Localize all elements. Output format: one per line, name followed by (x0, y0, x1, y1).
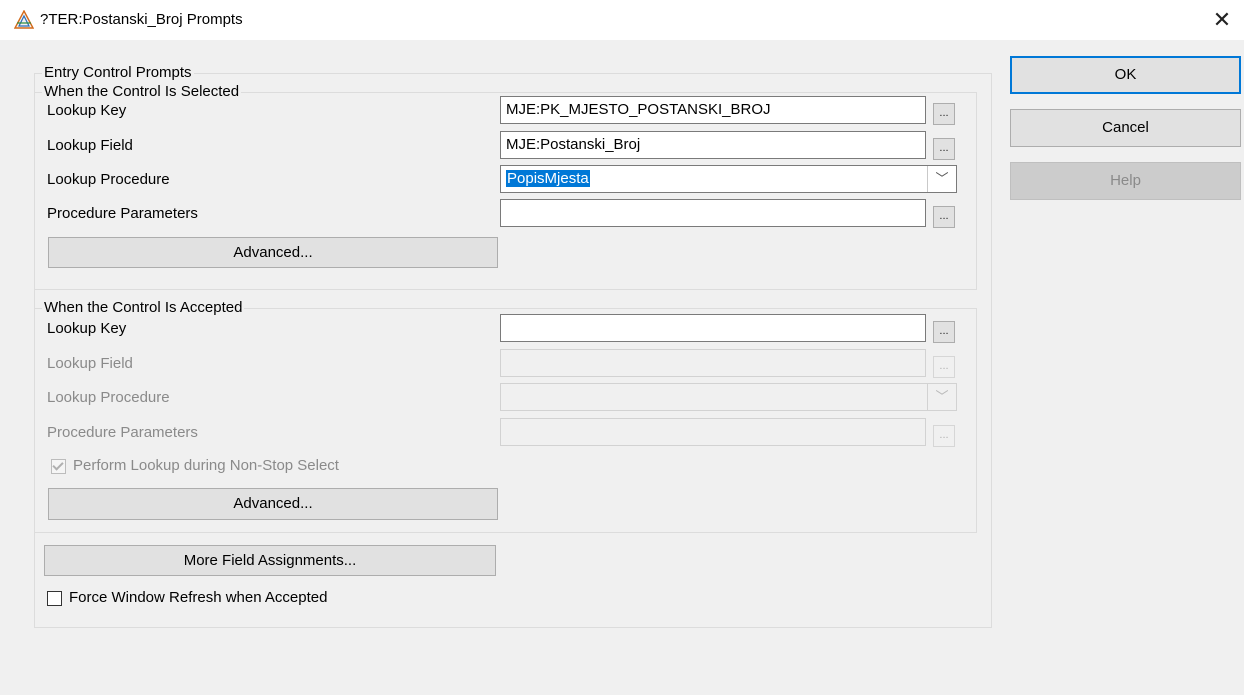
selected-lookup-key-input[interactable]: MJE:PK_MJESTO_POSTANSKI_BROJ (500, 96, 926, 124)
selected-lookup-key-label: Lookup Key (47, 102, 127, 119)
selected-lookup-field-browse-button[interactable]: ... (933, 138, 955, 160)
selected-procedure-parameters-browse-button[interactable]: ... (933, 206, 955, 228)
accepted-procedure-parameters-input (500, 418, 926, 446)
close-icon[interactable]: ✕ (1202, 4, 1242, 36)
selected-lookup-field-label: Lookup Field (47, 137, 133, 154)
accepted-lookup-field-browse-button: ... (933, 356, 955, 378)
accepted-lookup-key-input[interactable] (500, 314, 926, 342)
force-refresh-checkbox[interactable] (47, 591, 62, 606)
accepted-lookup-key-browse-button[interactable]: ... (933, 321, 955, 343)
checkmark-icon (52, 459, 64, 471)
control-accepted-legend: When the Control Is Accepted (44, 299, 243, 316)
accepted-procedure-parameters-browse-button: ... (933, 425, 955, 447)
chevron-down-icon[interactable]: ﹀ (927, 166, 956, 192)
selected-advanced-button[interactable]: Advanced... (48, 237, 498, 268)
perform-lookup-checkbox (51, 459, 66, 474)
accepted-lookup-procedure-label: Lookup Procedure (47, 389, 170, 406)
force-refresh-label: Force Window Refresh when Accepted (69, 589, 328, 606)
accepted-lookup-key-label: Lookup Key (47, 320, 127, 337)
window-title: ?TER:Postanski_Broj Prompts (40, 11, 243, 28)
app-icon (14, 10, 34, 29)
selected-lookup-procedure-dropdown[interactable]: PopisMjesta ﹀ (500, 165, 957, 193)
entry-control-prompts-legend: Entry Control Prompts (44, 64, 192, 81)
selected-lookup-procedure-value: PopisMjesta (506, 170, 590, 187)
selected-lookup-key-browse-button[interactable]: ... (933, 103, 955, 125)
selected-procedure-parameters-input[interactable] (500, 199, 926, 227)
accepted-lookup-field-input (500, 349, 926, 377)
title-bar: ?TER:Postanski_Broj Prompts ✕ (0, 0, 1244, 40)
ok-button[interactable]: OK (1010, 56, 1241, 94)
selected-procedure-parameters-label: Procedure Parameters (47, 205, 198, 222)
more-field-assignments-button[interactable]: More Field Assignments... (44, 545, 496, 576)
control-selected-legend: When the Control Is Selected (44, 83, 240, 100)
accepted-lookup-field-label: Lookup Field (47, 355, 133, 372)
accepted-lookup-procedure-dropdown: ﹀ (500, 383, 957, 411)
cancel-button[interactable]: Cancel (1010, 109, 1241, 147)
selected-lookup-field-input[interactable]: MJE:Postanski_Broj (500, 131, 926, 159)
accepted-procedure-parameters-label: Procedure Parameters (47, 424, 198, 441)
help-button: Help (1010, 162, 1241, 200)
chevron-down-icon: ﹀ (927, 384, 956, 410)
selected-lookup-procedure-label: Lookup Procedure (47, 171, 170, 188)
accepted-advanced-button[interactable]: Advanced... (48, 488, 498, 520)
perform-lookup-label: Perform Lookup during Non-Stop Select (73, 457, 339, 474)
